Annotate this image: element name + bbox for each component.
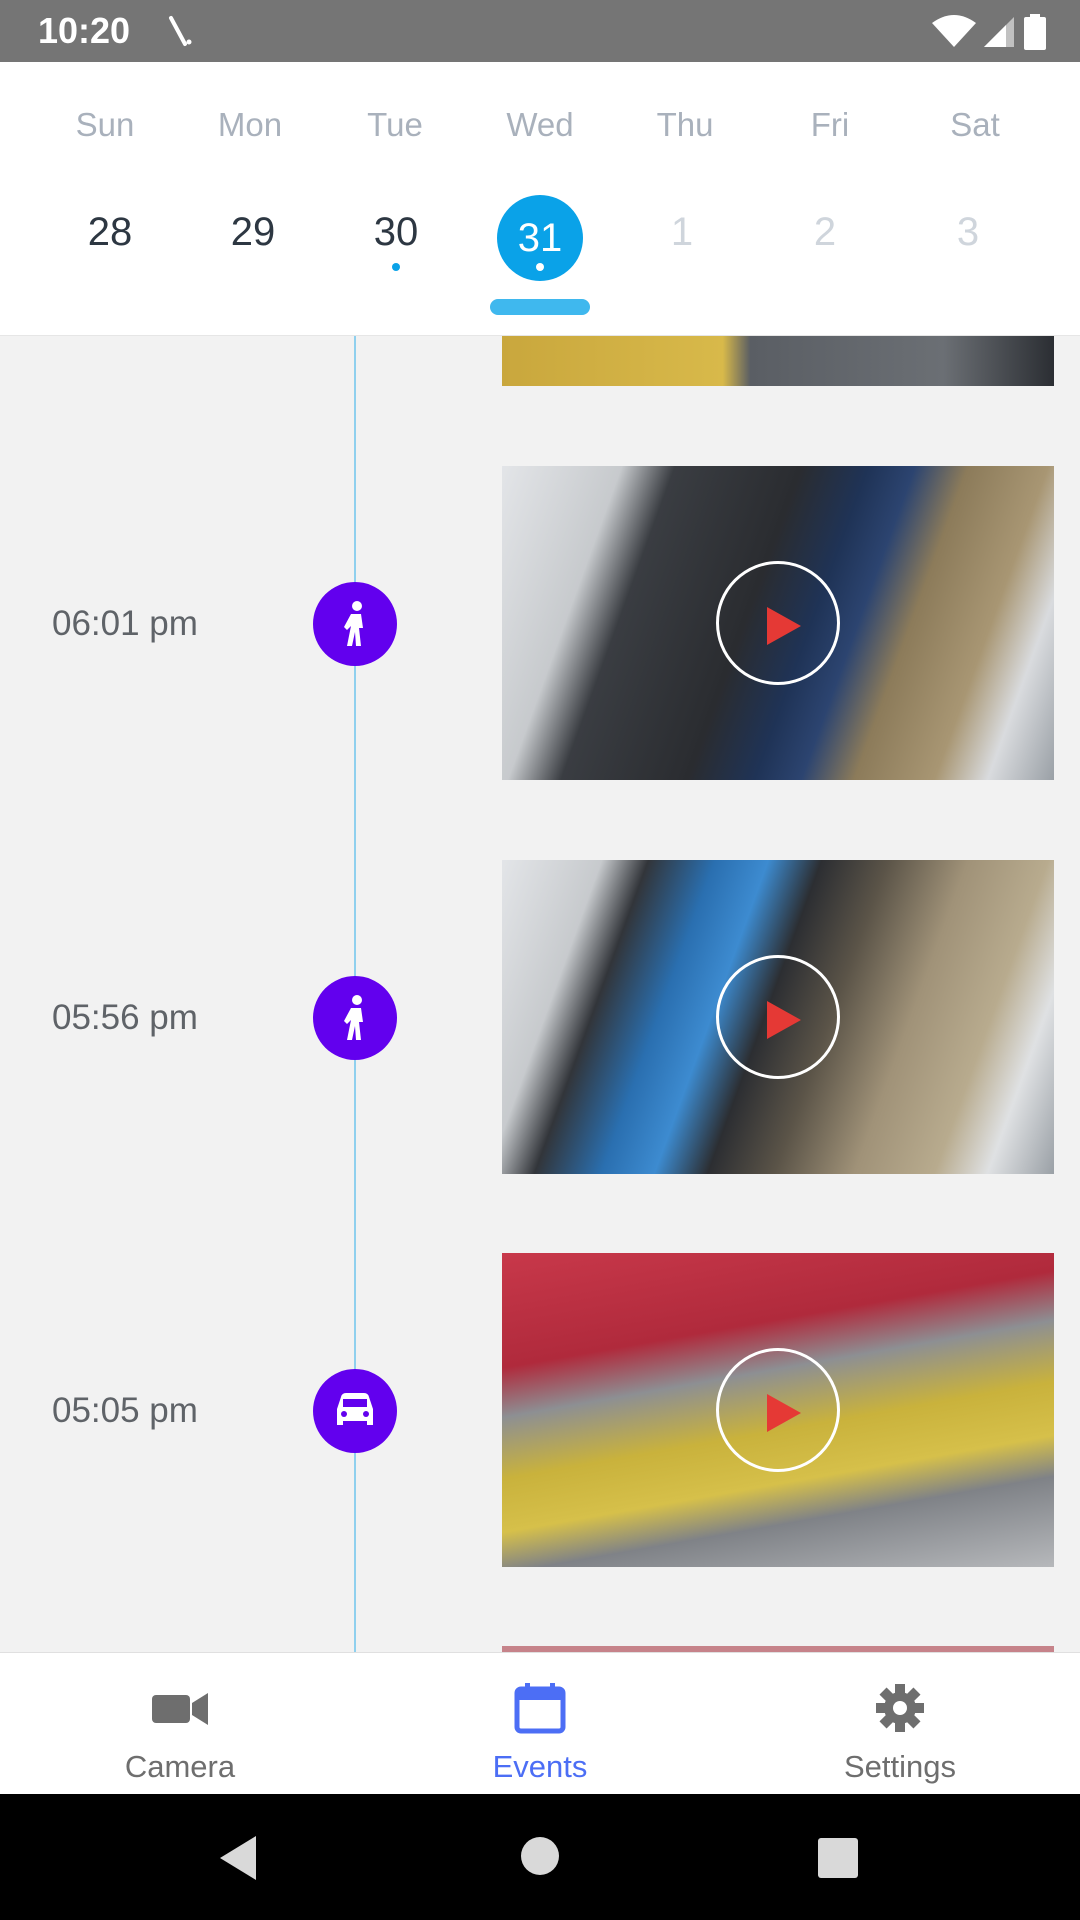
date-2: 2: [813, 210, 837, 254]
day-name-sun: Sun: [75, 106, 135, 143]
event-time: 05:05 pm: [52, 1391, 198, 1430]
play-button[interactable]: [716, 955, 840, 1079]
date-1: 1: [670, 210, 694, 254]
recents-icon[interactable]: [818, 1838, 858, 1878]
selected-week-indicator: [490, 299, 590, 315]
back-icon[interactable]: [216, 1834, 260, 1882]
event-thumbnail[interactable]: [502, 1253, 1054, 1567]
person-icon: [313, 582, 397, 666]
event-time: 05:56 pm: [52, 998, 198, 1037]
day-name-fri: Fri: [810, 106, 850, 143]
play-button[interactable]: [716, 561, 840, 685]
bottom-navigation: Camera Events Settings: [0, 1652, 1080, 1794]
date-29[interactable]: 29: [198, 210, 308, 255]
nav-settings-label: Settings: [843, 1749, 956, 1784]
notification-icon: [169, 16, 192, 46]
event-dot: [392, 263, 400, 271]
play-icon: [767, 607, 801, 645]
event-time: 06:01 pm: [52, 604, 198, 643]
nav-events-label: Events: [492, 1749, 588, 1784]
battery-icon: [1024, 14, 1046, 50]
date-3: 3: [956, 210, 980, 254]
play-button[interactable]: [716, 1348, 840, 1472]
play-icon: [767, 1394, 801, 1432]
nav-events[interactable]: Events: [360, 1653, 720, 1795]
event-dot-selected: [536, 263, 544, 271]
day-name-wed: Wed: [506, 106, 574, 143]
nav-settings[interactable]: Settings: [720, 1653, 1080, 1795]
gear-icon: [876, 1684, 924, 1732]
day-name-tue: Tue: [367, 106, 423, 143]
date-30[interactable]: 30: [341, 210, 451, 255]
date-28[interactable]: 28: [55, 210, 165, 255]
event-thumbnail-partial[interactable]: [502, 336, 1054, 386]
calendar-icon: [514, 1683, 566, 1734]
play-icon: [767, 1001, 801, 1039]
day-name-sat: Sat: [950, 106, 1000, 143]
nav-camera[interactable]: Camera: [0, 1653, 360, 1795]
system-navigation-bar: [0, 1794, 1080, 1920]
person-icon: [313, 976, 397, 1060]
event-thumbnail[interactable]: [502, 466, 1054, 780]
car-icon: [313, 1369, 397, 1453]
day-name-thu: Thu: [656, 106, 714, 143]
status-icons: [932, 14, 1046, 50]
video-camera-icon: [152, 1693, 208, 1725]
nav-camera-label: Camera: [124, 1749, 236, 1784]
wifi-icon: [932, 15, 976, 47]
event-thumbnail[interactable]: [502, 860, 1054, 1174]
status-time: 10:20: [38, 10, 131, 51]
home-icon[interactable]: [520, 1836, 560, 1876]
week-calendar: Sun Mon Tue Wed Thu Fri Sat 28 29 30 31 …: [0, 62, 1080, 336]
status-bar: 10:20: [0, 0, 1080, 62]
day-name-mon: Mon: [217, 106, 283, 143]
signal-icon: [984, 17, 1014, 47]
